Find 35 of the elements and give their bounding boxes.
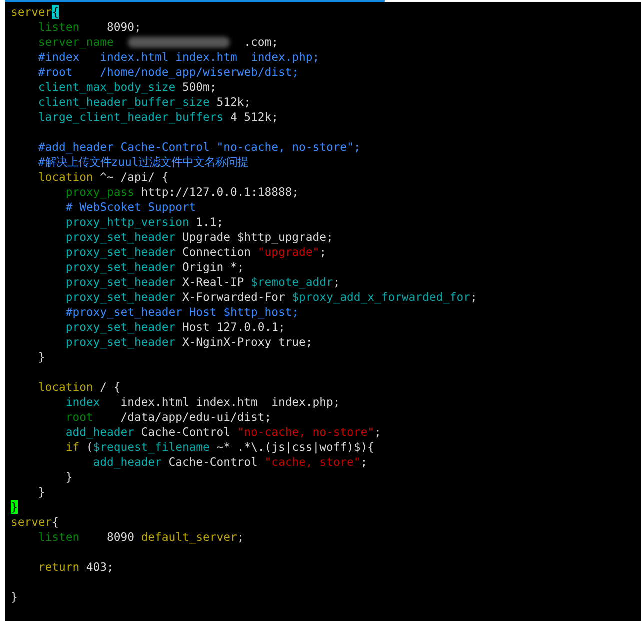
code-line: root /data/app/edu-ui/dist; xyxy=(64,410,272,425)
code-line: server_name .com; xyxy=(37,35,278,50)
code-line: proxy_set_header Host 127.0.0.1; xyxy=(64,320,286,335)
code-line: large_client_header_buffers 4 512k; xyxy=(37,110,278,125)
code-line: proxy_set_header X-NginX-Proxy true; xyxy=(64,335,313,350)
code-line: add_header Cache-Control "cache, store"; xyxy=(92,455,368,470)
code-line: client_max_body_size 500m; xyxy=(37,80,217,95)
code-line: if ($request_filename ~* .*\.(js|css|woff)$){ xyxy=(64,440,374,455)
code-line: client_header_buffer_size 512k; xyxy=(37,95,252,110)
code-line: #add_header Cache-Control "no-cache, no-store"; xyxy=(37,140,361,155)
code-line: location / { xyxy=(37,380,121,395)
code-line: add_header Cache-Control "no-cache, no-store"; xyxy=(64,425,382,440)
code-line: listen 8090; xyxy=(37,20,142,35)
code-line: proxy_set_header X-Real-IP $remote_addr; xyxy=(64,275,340,290)
code-line: # WebScoket Support xyxy=(64,200,196,215)
code-line: #index index.html index.htm index.php; xyxy=(37,50,320,65)
code-line: location ^~ /api/ { xyxy=(37,170,169,185)
code-line: index index.html index.htm index.php; xyxy=(64,395,340,410)
code-line: proxy_set_header Upgrade $http_upgrade; xyxy=(64,230,334,245)
code-line: } xyxy=(37,485,46,500)
code-line: return 403; xyxy=(37,560,114,575)
code-line: #解决上传文件zuul过滤文件中文名称问提 xyxy=(37,155,249,170)
code-line: proxy_set_header Connection "upgrade"; xyxy=(64,245,326,260)
code-line: #root /home/node_app/wiserweb/dist; xyxy=(37,65,300,80)
code-line: #proxy_set_header Host $http_host; xyxy=(64,305,300,320)
code-line: server{ xyxy=(11,515,60,530)
code-line: proxy_set_header Origin *; xyxy=(64,260,244,275)
code-line: } xyxy=(64,470,73,485)
code-line: server{ xyxy=(11,5,60,20)
code-line: listen 8090 default_server; xyxy=(37,530,244,545)
code-line: proxy_set_header X-Forwarded-For $proxy_add_x_forwarded_for; xyxy=(64,290,478,305)
code-line: proxy_http_version 1.1; xyxy=(64,215,224,230)
code-line: } xyxy=(37,350,46,365)
code-line: proxy_pass http://127.0.0.1:18888; xyxy=(64,185,300,200)
code-line: } xyxy=(11,590,18,605)
